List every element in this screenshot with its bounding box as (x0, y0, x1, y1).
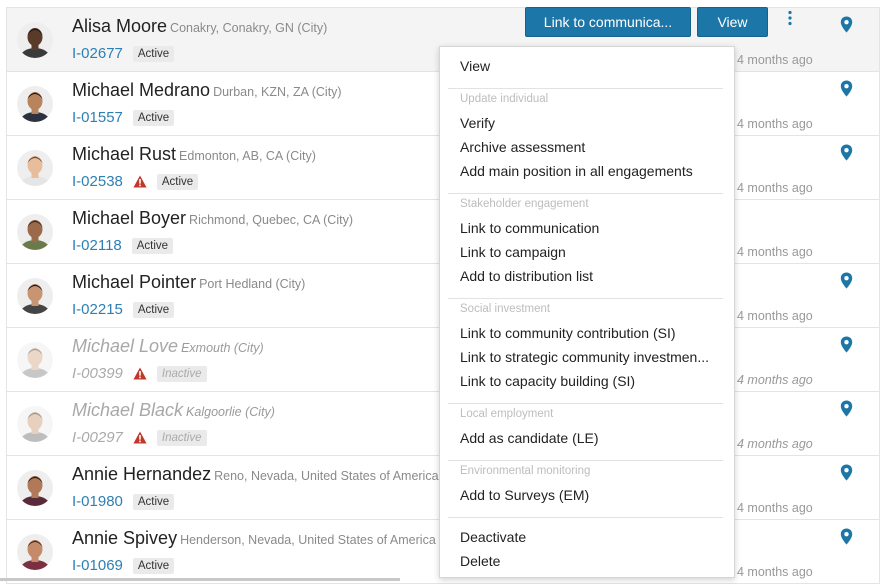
individual-location: Kalgoorlie (City) (186, 405, 275, 419)
horizontal-scrollbar[interactable] (0, 578, 400, 581)
last-updated-time: 4 months ago (737, 373, 813, 387)
menu-divider (448, 193, 723, 194)
menu-item-link-to-communication[interactable]: Link to communication (460, 220, 599, 236)
last-updated-time: 4 months ago (737, 117, 813, 131)
individual-name[interactable]: Annie Hernandez (72, 464, 211, 484)
individual-name[interactable]: Annie Spivey (72, 528, 177, 548)
menu-heading-environmental-monitoring: Environmental monitoring (460, 465, 591, 477)
menu-item-verify[interactable]: Verify (460, 115, 495, 131)
individual-location: Richmond, Quebec, CA (City) (189, 213, 353, 227)
menu-item-add-as-candidate[interactable]: Add as candidate (LE) (460, 430, 599, 446)
last-updated-time: 4 months ago (737, 53, 813, 67)
individual-id-link[interactable]: I-00399 (72, 365, 123, 382)
individual-location: Port Hedland (City) (199, 277, 306, 291)
menu-item-deactivate[interactable]: Deactivate (460, 529, 526, 545)
avatar (17, 534, 53, 570)
last-updated-time: 4 months ago (737, 501, 813, 515)
individual-name[interactable]: Michael Boyer (72, 208, 186, 228)
last-updated-time: 4 months ago (737, 309, 813, 323)
individual-id-link[interactable]: I-02538 (72, 173, 123, 190)
avatar (17, 342, 53, 378)
status-badge: Active (132, 301, 175, 318)
menu-divider (448, 88, 723, 89)
individual-id-link[interactable]: I-02677 (72, 45, 123, 62)
status-badge: Active (156, 173, 199, 190)
avatar (17, 150, 53, 186)
view-button[interactable]: View (697, 7, 768, 37)
map-pin-icon[interactable] (840, 144, 853, 161)
status-badge: Active (131, 237, 174, 254)
menu-divider (448, 403, 723, 404)
menu-item-add-to-surveys[interactable]: Add to Surveys (EM) (460, 487, 589, 503)
individual-name[interactable]: Michael Love (72, 336, 178, 356)
avatar (17, 214, 53, 250)
status-badge: Active (132, 109, 175, 126)
warning-icon (133, 431, 147, 444)
menu-item-delete[interactable]: Delete (460, 553, 500, 569)
avatar (17, 22, 53, 58)
individual-location: Conakry, Conakry, GN (City) (170, 21, 328, 35)
menu-item-add-to-distribution-list[interactable]: Add to distribution list (460, 268, 593, 284)
menu-heading-local-employment: Local employment (460, 408, 554, 420)
more-options-icon[interactable] (785, 10, 795, 26)
individual-name[interactable]: Michael Medrano (72, 80, 210, 100)
individual-location: Durban, KZN, ZA (City) (213, 85, 342, 99)
warning-icon (133, 367, 147, 380)
individual-id-link[interactable]: I-01980 (72, 493, 123, 510)
status-badge: Inactive (156, 365, 207, 382)
individual-name[interactable]: Michael Rust (72, 144, 176, 164)
last-updated-time: 4 months ago (737, 245, 813, 259)
menu-divider (448, 517, 723, 518)
warning-icon (133, 175, 147, 188)
menu-divider (448, 298, 723, 299)
menu-item-add-main-position[interactable]: Add main position in all engagements (460, 163, 693, 179)
individual-name[interactable]: Alisa Moore (72, 16, 167, 36)
individual-location: Exmouth (City) (181, 341, 264, 355)
map-pin-icon[interactable] (840, 272, 853, 289)
individual-id-link[interactable]: I-02118 (72, 237, 122, 254)
map-pin-icon[interactable] (840, 528, 853, 545)
menu-heading-social-investment: Social investment (460, 303, 551, 315)
row-actions-menu: View Update individual Verify Archive as… (439, 46, 735, 578)
menu-item-view[interactable]: View (460, 58, 490, 74)
map-pin-icon[interactable] (840, 336, 853, 353)
status-badge: Active (132, 557, 175, 574)
menu-item-link-to-capacity-building[interactable]: Link to capacity building (SI) (460, 373, 635, 389)
individual-name[interactable]: Michael Pointer (72, 272, 196, 292)
avatar (17, 406, 53, 442)
menu-heading-stakeholder-engagement: Stakeholder engagement (460, 198, 589, 210)
link-to-communication-button[interactable]: Link to communica... (525, 7, 691, 37)
individual-id-link[interactable]: I-02215 (72, 301, 123, 318)
individual-id-link[interactable]: I-01557 (72, 109, 123, 126)
menu-item-link-to-community-contribution[interactable]: Link to community contribution (SI) (460, 325, 676, 341)
individual-id-link[interactable]: I-01069 (72, 557, 123, 574)
last-updated-time: 4 months ago (737, 437, 813, 451)
avatar (17, 470, 53, 506)
menu-divider (448, 460, 723, 461)
map-pin-icon[interactable] (840, 464, 853, 481)
avatar (17, 86, 53, 122)
individual-location: Reno, Nevada, United States of America (214, 469, 439, 483)
individual-id-link[interactable]: I-00297 (72, 429, 123, 446)
individual-location: Edmonton, AB, CA (City) (179, 149, 316, 163)
map-pin-icon[interactable] (840, 16, 853, 33)
menu-item-archive-assessment[interactable]: Archive assessment (460, 139, 585, 155)
map-pin-icon[interactable] (840, 80, 853, 97)
status-badge: Active (132, 45, 175, 62)
status-badge: Inactive (156, 429, 207, 446)
menu-item-link-to-campaign[interactable]: Link to campaign (460, 244, 566, 260)
last-updated-time: 4 months ago (737, 181, 813, 195)
last-updated-time: 4 months ago (737, 565, 813, 579)
menu-item-link-to-strategic-investment[interactable]: Link to strategic community investmen... (460, 349, 709, 365)
individual-name[interactable]: Michael Black (72, 400, 183, 420)
avatar (17, 278, 53, 314)
individual-location: Henderson, Nevada, United States of Amer… (180, 533, 436, 547)
status-badge: Active (132, 493, 175, 510)
map-pin-icon[interactable] (840, 400, 853, 417)
menu-heading-update-individual: Update individual (460, 93, 549, 105)
